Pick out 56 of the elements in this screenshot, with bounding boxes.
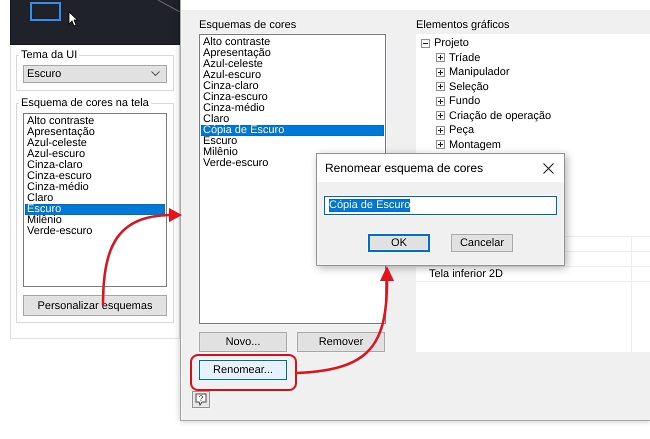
list-item[interactable]: Azul-escuro	[201, 70, 384, 81]
list-item[interactable]: Claro	[25, 193, 165, 204]
name-input-field[interactable]: Cópia de Escuro	[324, 196, 557, 215]
list-item[interactable]: Apresentação	[25, 127, 165, 138]
tree-item[interactable]: Montagem	[449, 138, 501, 151]
list-item[interactable]: Cópia de Escuro	[201, 125, 384, 136]
expand-icon[interactable]	[436, 96, 445, 106]
list-item[interactable]: Azul-celeste	[25, 138, 165, 149]
expand-icon[interactable]	[436, 82, 445, 92]
list-item[interactable]: Azul-celeste	[201, 59, 384, 70]
tree-item[interactable]: Seleção	[449, 80, 489, 93]
expand-icon[interactable]	[436, 140, 445, 150]
customize-button[interactable]: Personalizar esquemas	[23, 295, 167, 316]
list-item[interactable]: Azul-escuro	[25, 149, 165, 160]
tree-item[interactable]: Projeto	[434, 37, 469, 50]
table-cell: Tela inferior 2D	[429, 268, 503, 280]
dialog-button[interactable]: Renomear...	[199, 360, 287, 380]
tree-item[interactable]: Criação de operação	[449, 110, 552, 122]
list-item[interactable]: Milênio	[25, 215, 165, 226]
dialog-title: Renomear esquema de cores	[325, 161, 484, 175]
list-item[interactable]: Escuro	[25, 204, 165, 215]
group-label: Tema da UI	[20, 49, 78, 61]
close-icon[interactable]	[543, 162, 554, 174]
list-item[interactable]: Cinza-médio	[201, 103, 384, 114]
collapse-icon[interactable]	[421, 38, 430, 48]
list-item[interactable]: Cinza-claro	[201, 81, 384, 92]
expand-icon[interactable]	[436, 53, 445, 62]
expand-icon[interactable]	[436, 68, 445, 77]
list-item[interactable]: Verde-escuro	[25, 226, 165, 237]
expand-icon[interactable]	[436, 111, 445, 120]
list-item[interactable]: Apresentação	[201, 48, 384, 59]
list-item[interactable]: Claro	[201, 114, 384, 125]
chevron-icon	[151, 71, 160, 77]
dialog-button[interactable]: OK	[368, 234, 430, 252]
list-item[interactable]: Escuro	[201, 136, 384, 147]
dialog-button[interactable]: Remover	[297, 332, 385, 352]
group-label: Esquema de cores na tela	[20, 97, 150, 109]
tree-item[interactable]: Manipulador	[449, 66, 510, 78]
expand-icon[interactable]	[436, 126, 445, 135]
tree-item[interactable]: Tríade	[449, 52, 480, 64]
section-label: Esquemas de cores	[199, 19, 298, 33]
theme-dropdown[interactable]: Escuro	[23, 65, 167, 83]
list-item[interactable]: Cinza-escuro	[201, 92, 384, 103]
list-item[interactable]: Alto contraste	[201, 37, 384, 48]
list-item[interactable]: Alto contraste	[25, 116, 165, 127]
list-item[interactable]: Cinza-claro	[25, 160, 165, 171]
help-icon[interactable]: ?	[192, 391, 210, 408]
list-item[interactable]: Milênio	[201, 147, 384, 158]
tree-item[interactable]: Fundo	[449, 95, 480, 108]
list-item[interactable]: Cinza-escuro	[25, 171, 165, 182]
dialog-button[interactable]: Novo...	[199, 332, 287, 352]
section-label: Elementos gráficos	[416, 19, 511, 33]
list-item[interactable]: Cinza-médio	[25, 182, 165, 193]
dialog-button[interactable]: Cancelar	[451, 234, 513, 252]
tree-item[interactable]: Peça	[449, 124, 474, 136]
cursor-icon	[68, 11, 78, 27]
